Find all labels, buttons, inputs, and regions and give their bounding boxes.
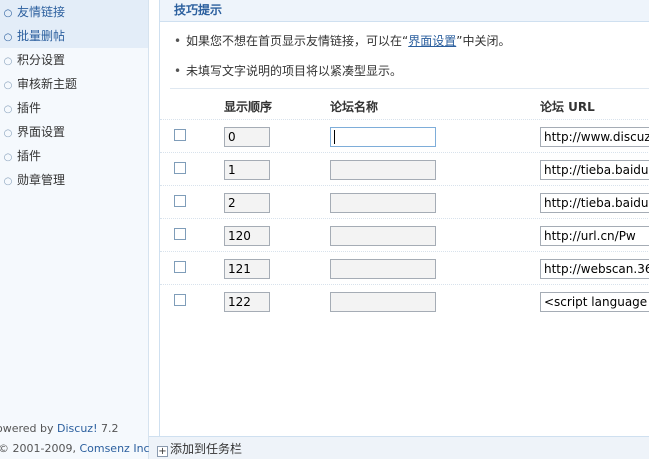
order-input[interactable]: 120 — [224, 226, 270, 246]
sidebar-item-label: 勋章管理 — [17, 173, 66, 187]
sidebar-item-label: 插件 — [17, 101, 42, 115]
sidebar-item-moderate[interactable]: ○ 审核新主题 — [0, 72, 148, 96]
url-input[interactable]: <script language — [540, 292, 649, 312]
sidebar-item-interface[interactable]: ○ 界面设置 — [0, 120, 148, 144]
order-input[interactable]: 122 — [224, 292, 270, 312]
row-checkbox[interactable] — [174, 261, 186, 273]
bullet-icon: ○ — [3, 56, 13, 67]
copyright: © 2001-2009, Comsenz Inc. — [0, 442, 154, 455]
tip-item: • 如果您不想在首页显示友情链接，可以在“界面设置”中关闭。 — [174, 34, 511, 48]
sidebar-item-label: 积分设置 — [17, 53, 66, 67]
row-checkbox[interactable] — [174, 294, 186, 306]
table-row: 120 http://url.cn/Pw — [160, 218, 649, 251]
header-divider — [170, 88, 649, 89]
column-header-url: 论坛 URL — [540, 100, 595, 114]
url-input[interactable]: http://tieba.baidu.com — [540, 193, 649, 213]
sidebar-item-plugins[interactable]: ○ 插件 — [0, 96, 148, 120]
text-caret — [334, 130, 335, 144]
name-input[interactable] — [330, 127, 436, 147]
plus-icon: + — [157, 446, 168, 457]
sidebar-item-medals[interactable]: ○ 勋章管理 — [0, 168, 148, 192]
name-input[interactable] — [330, 160, 436, 180]
powered-by: owered by Discuz! 7.2 — [0, 422, 119, 435]
column-header-name: 论坛名称 — [330, 100, 379, 114]
table-row: 2 http://tieba.baidu.com — [160, 185, 649, 218]
url-input[interactable]: http://url.cn/Pw — [540, 226, 649, 246]
sidebar-item-credits[interactable]: ○ 积分设置 — [0, 48, 148, 72]
sidebar-item-label: 友情链接 — [17, 5, 66, 19]
row-checkbox[interactable] — [174, 129, 186, 141]
name-input[interactable] — [330, 259, 436, 279]
name-input[interactable] — [330, 226, 436, 246]
sidebar-item-label: 界面设置 — [17, 125, 66, 139]
table-row: 1 http://tieba.baidu.com — [160, 152, 649, 185]
row-checkbox[interactable] — [174, 228, 186, 240]
comsenz-link[interactable]: Comsenz Inc. — [79, 442, 153, 455]
sidebar-item-friend-links[interactable]: ○ 友情链接 — [0, 0, 148, 24]
tip-item: • 未填写文字说明的项目将以紧凑型显示。 — [174, 64, 403, 78]
bullet-icon: ○ — [3, 176, 13, 187]
bullet-icon: ○ — [3, 80, 13, 91]
table-row: 121 http://webscan.360.cn — [160, 251, 649, 284]
url-input[interactable]: http://www.discuz.net — [540, 127, 649, 147]
add-to-taskbar-button[interactable]: + 添加到任务栏 — [157, 440, 242, 457]
url-input[interactable]: http://webscan.360.cn — [540, 259, 649, 279]
row-checkbox[interactable] — [174, 162, 186, 174]
table-row: 122 <script language — [160, 284, 649, 317]
order-input[interactable]: 121 — [224, 259, 270, 279]
bullet-icon: ○ — [3, 32, 13, 43]
name-input[interactable] — [330, 292, 436, 312]
sidebar-item-label: 插件 — [17, 149, 42, 163]
bullet-icon: ○ — [3, 152, 13, 163]
order-input[interactable]: 2 — [224, 193, 270, 213]
row-checkbox[interactable] — [174, 195, 186, 207]
name-input[interactable] — [330, 193, 436, 213]
bullet-icon: ○ — [3, 104, 13, 115]
interface-settings-link[interactable]: 界面设置 — [408, 34, 456, 48]
bullet-icon: • — [174, 34, 182, 48]
order-input[interactable]: 1 — [224, 160, 270, 180]
sidebar: ○ 友情链接 ○ 批量删帖 ○ 积分设置 ○ 审核新主题 ○ 插件 ○ 界面设置 ○ 插件 ○… — [0, 0, 153, 459]
order-input[interactable]: 0 — [224, 127, 270, 147]
bullet-icon: ○ — [3, 128, 13, 139]
sidebar-item-batch-delete[interactable]: ○ 批量删帖 — [0, 24, 148, 48]
bottom-bar: + 添加到任务栏 — [149, 436, 649, 459]
column-header-order: 显示顺序 — [224, 100, 273, 114]
sidebar-item-label: 审核新主题 — [17, 77, 78, 91]
sidebar-item-label: 批量删帖 — [17, 29, 66, 43]
sidebar-item-plugins-2[interactable]: ○ 插件 — [0, 144, 148, 168]
url-input[interactable]: http://tieba.baidu.com — [540, 160, 649, 180]
bullet-icon: ○ — [3, 8, 13, 19]
discuz-link[interactable]: Discuz! — [57, 422, 97, 435]
main-panel: 技巧提示 • 如果您不想在首页显示友情链接，可以在“界面设置”中关闭。 • 未填写文… — [159, 0, 649, 436]
bullet-icon: • — [174, 64, 182, 78]
table-row: 0 http://www.discuz.net — [160, 119, 649, 152]
tips-title: 技巧提示 — [160, 0, 649, 22]
